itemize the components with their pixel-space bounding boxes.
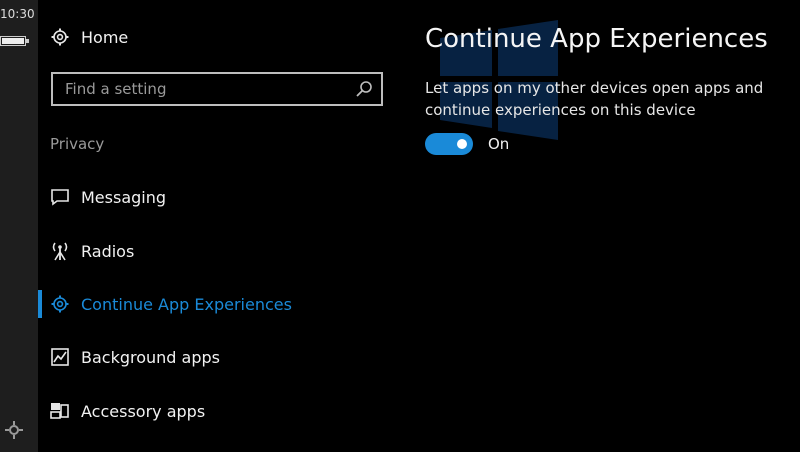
content-pane: Continue App Experiences Let apps on my …	[425, 0, 795, 452]
nav-item-label: Accessory apps	[81, 401, 206, 421]
system-status-strip: 10:30	[0, 0, 38, 452]
search-icon[interactable]	[355, 80, 373, 98]
nav-item-label: Continue App Experiences	[81, 294, 292, 314]
battery-icon	[0, 36, 29, 46]
search-placeholder: Find a setting	[65, 80, 167, 98]
nav-item-messaging[interactable]: Messaging	[50, 180, 166, 214]
action-center-icon[interactable]	[4, 420, 24, 440]
chat-bubble-icon	[50, 187, 70, 207]
nav-item-label: Messaging	[81, 187, 167, 207]
page-title: Continue App Experiences	[425, 24, 768, 54]
home-label: Home	[81, 27, 129, 47]
nav-item-radios[interactable]: Radios	[50, 234, 134, 268]
gear-icon	[50, 27, 70, 47]
clock: 10:30	[0, 7, 35, 21]
nav-item-label: Background apps	[81, 347, 220, 367]
nav-item-background-apps[interactable]: Background apps	[50, 340, 220, 374]
active-indicator	[38, 290, 42, 318]
toggle-knob	[457, 139, 467, 149]
settings-window: 10:30 Home Find a setting Privacy Messag…	[0, 0, 800, 452]
toggle-state-label: On	[488, 135, 510, 153]
nav-item-continue-app-experiences[interactable]: Continue App Experiences	[50, 287, 292, 321]
devices-icon	[50, 401, 70, 421]
nav-item-accessory-apps[interactable]: Accessory apps	[50, 394, 205, 428]
chart-icon	[50, 347, 70, 367]
setting-description: Let apps on my other devices open apps a…	[425, 79, 764, 119]
section-header-privacy: Privacy	[50, 135, 105, 153]
continue-experiences-toggle[interactable]	[425, 133, 473, 155]
antenna-icon	[50, 241, 70, 261]
search-input[interactable]: Find a setting	[51, 72, 383, 106]
nav-item-label: Radios	[81, 241, 135, 261]
gear-icon	[50, 294, 70, 314]
home-nav-item[interactable]: Home	[50, 20, 128, 54]
settings-nav-pane: Home Find a setting Privacy Messaging Ra…	[38, 0, 398, 452]
